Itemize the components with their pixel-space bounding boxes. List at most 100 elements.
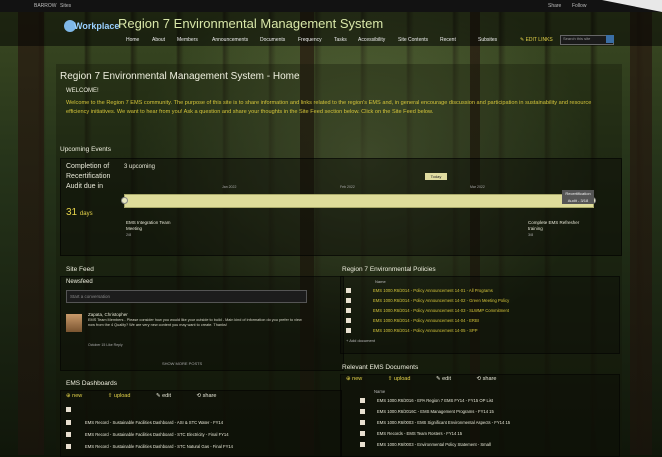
suite-bar-item[interactable]: BARROW: [34, 3, 57, 9]
document-icon: [360, 442, 365, 448]
share-button[interactable]: ⟲ share: [197, 393, 229, 399]
new-button[interactable]: ⊕ new: [66, 393, 94, 399]
add-document-link[interactable]: + Add document: [346, 338, 375, 343]
timeline-tick: Jan 2022: [222, 185, 237, 189]
upcoming-count: 3 upcoming: [124, 164, 156, 170]
nav-item-members[interactable]: Members: [177, 37, 198, 43]
nav-item-accessibility[interactable]: Accessibility: [358, 37, 385, 43]
timeline-tick: Mar 2022: [470, 185, 485, 189]
nav-item-frequency[interactable]: Frequency: [298, 37, 322, 43]
timeline-event-date: 3/8: [528, 233, 534, 237]
list-item[interactable]: EMS 1000.R6/2014 - Policy Announcement 1…: [346, 288, 493, 294]
countdown-days-number: 31: [66, 207, 78, 218]
policy-link[interactable]: EMS 1000.R6/2014 - Policy Announcement 1…: [373, 318, 479, 323]
policy-link[interactable]: EMS 1000.R6/2014 - Policy Announcement 1…: [373, 298, 509, 303]
document-link[interactable]: EMS 1000.R6/0003 - EMS Significant Envir…: [377, 420, 510, 425]
site-title[interactable]: Region 7 Environmental Management System: [118, 16, 383, 31]
document-link[interactable]: EMS 1000.R6/2016C - EMS Management Progr…: [377, 409, 494, 414]
page-title: Region 7 Environmental Management System…: [60, 71, 300, 82]
new-button[interactable]: ⊕ new: [346, 376, 374, 382]
share-button[interactable]: ⟲ share: [477, 376, 509, 382]
show-more-posts-link[interactable]: SHOW MORE POSTS: [162, 361, 202, 366]
ems-documents-heading[interactable]: Relevant EMS Documents: [342, 364, 418, 371]
list-item[interactable]: EMS Record - Sustainable Facilities Dash…: [66, 444, 233, 450]
document-link[interactable]: EMS 1000.R6/0003 - Environmental Policy …: [377, 442, 491, 447]
policy-link[interactable]: EMS 1000.R6/2014 - Policy Announcement 1…: [373, 288, 493, 293]
document-icon: [346, 308, 351, 314]
policy-link[interactable]: EMS 1000.R6/2014 - Policy Announcement 1…: [373, 308, 509, 313]
dashboard-link[interactable]: EMS Record - Sustainable Facilities Dash…: [85, 420, 223, 425]
site-feed-heading[interactable]: Site Feed: [66, 266, 94, 273]
timeline-event-label[interactable]: Complete EMS Refresher training 3/8: [528, 220, 590, 238]
search-icon[interactable]: [606, 35, 614, 43]
nav-item-home[interactable]: Home: [126, 37, 139, 43]
edit-label: edit: [162, 393, 171, 399]
document-icon: [66, 407, 71, 413]
document-icon: [360, 420, 365, 426]
post-author[interactable]: Zapata, Christopher: [88, 312, 128, 317]
document-icon: [360, 398, 365, 404]
upload-label: upload: [393, 376, 411, 382]
policy-link[interactable]: EMS 1000.R6/2014 - Policy Announcement 1…: [373, 328, 478, 333]
timeline-event-label[interactable]: EMS Integration Team Meeting 2/8: [126, 220, 186, 238]
policies-column-header[interactable]: Name: [375, 279, 386, 284]
list-item[interactable]: EMS Record - Sustainable Facilities Dash…: [66, 432, 229, 438]
avatar[interactable]: [66, 314, 82, 332]
timeline-event-title: EMS Integration Team Meeting: [126, 220, 171, 231]
document-icon: [66, 432, 71, 438]
edit-links-button[interactable]: ✎ EDIT LINKS: [520, 37, 553, 43]
list-item[interactable]: EMS 1000.R6/2016 - EPA Region 7 EMS FY14…: [360, 398, 493, 404]
list-item[interactable]: EMS 1000.R6/2014 - Policy Announcement 1…: [346, 318, 479, 324]
nav-item-recent[interactable]: Recent: [440, 37, 456, 43]
policies-heading[interactable]: Region 7 Environmental Policies: [342, 266, 436, 273]
share-label: share: [482, 376, 497, 382]
edit-button[interactable]: ✎ edit: [156, 393, 183, 399]
welcome-heading: WELCOME!: [66, 88, 99, 94]
timeline-event-dot[interactable]: [121, 197, 128, 204]
edit-button[interactable]: ✎ edit: [436, 376, 463, 382]
timeline-today-marker: Today: [425, 173, 447, 180]
background-tree-trunk: [18, 0, 44, 455]
new-label: new: [352, 376, 363, 382]
nav-item-subsites[interactable]: Subsites: [478, 37, 497, 43]
upload-button[interactable]: ⇧ upload: [388, 376, 423, 382]
suite-bar-item[interactable]: Sites: [60, 3, 71, 9]
post-meta[interactable]: October 15 Like Reply: [88, 343, 123, 347]
nav-item-tasks[interactable]: Tasks: [334, 37, 347, 43]
list-item[interactable]: EMS 1000.R6/2014 - Policy Announcement 1…: [346, 308, 509, 314]
list-item[interactable]: EMS Records - EMS Team Rosters - FY14 15: [360, 431, 462, 437]
ems-dashboards-heading[interactable]: EMS Dashboards: [66, 380, 117, 387]
new-label: new: [72, 393, 83, 399]
list-item[interactable]: EMS 1000.R6/2014 - Policy Announcement 1…: [346, 298, 509, 304]
list-item[interactable]: EMS 1000.R6/0003 - Environmental Policy …: [360, 442, 491, 448]
follow-link[interactable]: Follow: [572, 3, 586, 9]
document-link[interactable]: EMS Records - EMS Team Rosters - FY14 15: [377, 431, 462, 436]
document-link[interactable]: EMS 1000.R6/2016 - EPA Region 7 EMS FY14…: [377, 398, 493, 403]
upcoming-events-heading[interactable]: Upcoming Events: [60, 146, 111, 153]
list-item[interactable]: [66, 407, 85, 413]
document-icon: [360, 409, 365, 415]
list-item[interactable]: EMS Record - Sustainable Facilities Dash…: [66, 420, 223, 426]
list-item[interactable]: EMS 1000.R6/2014 - Policy Announcement 1…: [346, 328, 478, 334]
upload-label: upload: [113, 393, 131, 399]
nav-item-announcements[interactable]: Announcements: [212, 37, 248, 43]
share-link[interactable]: Share: [548, 3, 561, 9]
countdown-value: 31 days: [66, 207, 93, 218]
dashboard-link[interactable]: EMS Record - Sustainable Facilities Dash…: [85, 444, 233, 449]
dashboard-link[interactable]: EMS Record - Sustainable Facilities Dash…: [85, 432, 229, 437]
list-item[interactable]: EMS 1000.R6/0003 - EMS Significant Envir…: [360, 420, 510, 426]
document-icon: [346, 288, 351, 294]
timeline-bar: [124, 194, 594, 208]
nav-item-site-contents[interactable]: Site Contents: [398, 37, 428, 43]
document-icon: [346, 328, 351, 334]
document-icon: [66, 420, 71, 426]
nav-item-documents[interactable]: Documents: [260, 37, 285, 43]
suite-bar: BARROW Sites Share Follow: [0, 0, 662, 12]
ems-documents-column-header[interactable]: Name: [374, 389, 385, 394]
timeline-end-event[interactable]: Recertification Audit - 3/18: [562, 190, 594, 204]
workplace-logo-text[interactable]: Workplace: [74, 21, 119, 31]
nav-item-about[interactable]: About: [152, 37, 165, 43]
list-item[interactable]: EMS 1000.R6/2016C - EMS Management Progr…: [360, 409, 494, 415]
upload-button[interactable]: ⇧ upload: [108, 393, 143, 399]
start-conversation-input[interactable]: Start a conversation: [66, 290, 307, 303]
